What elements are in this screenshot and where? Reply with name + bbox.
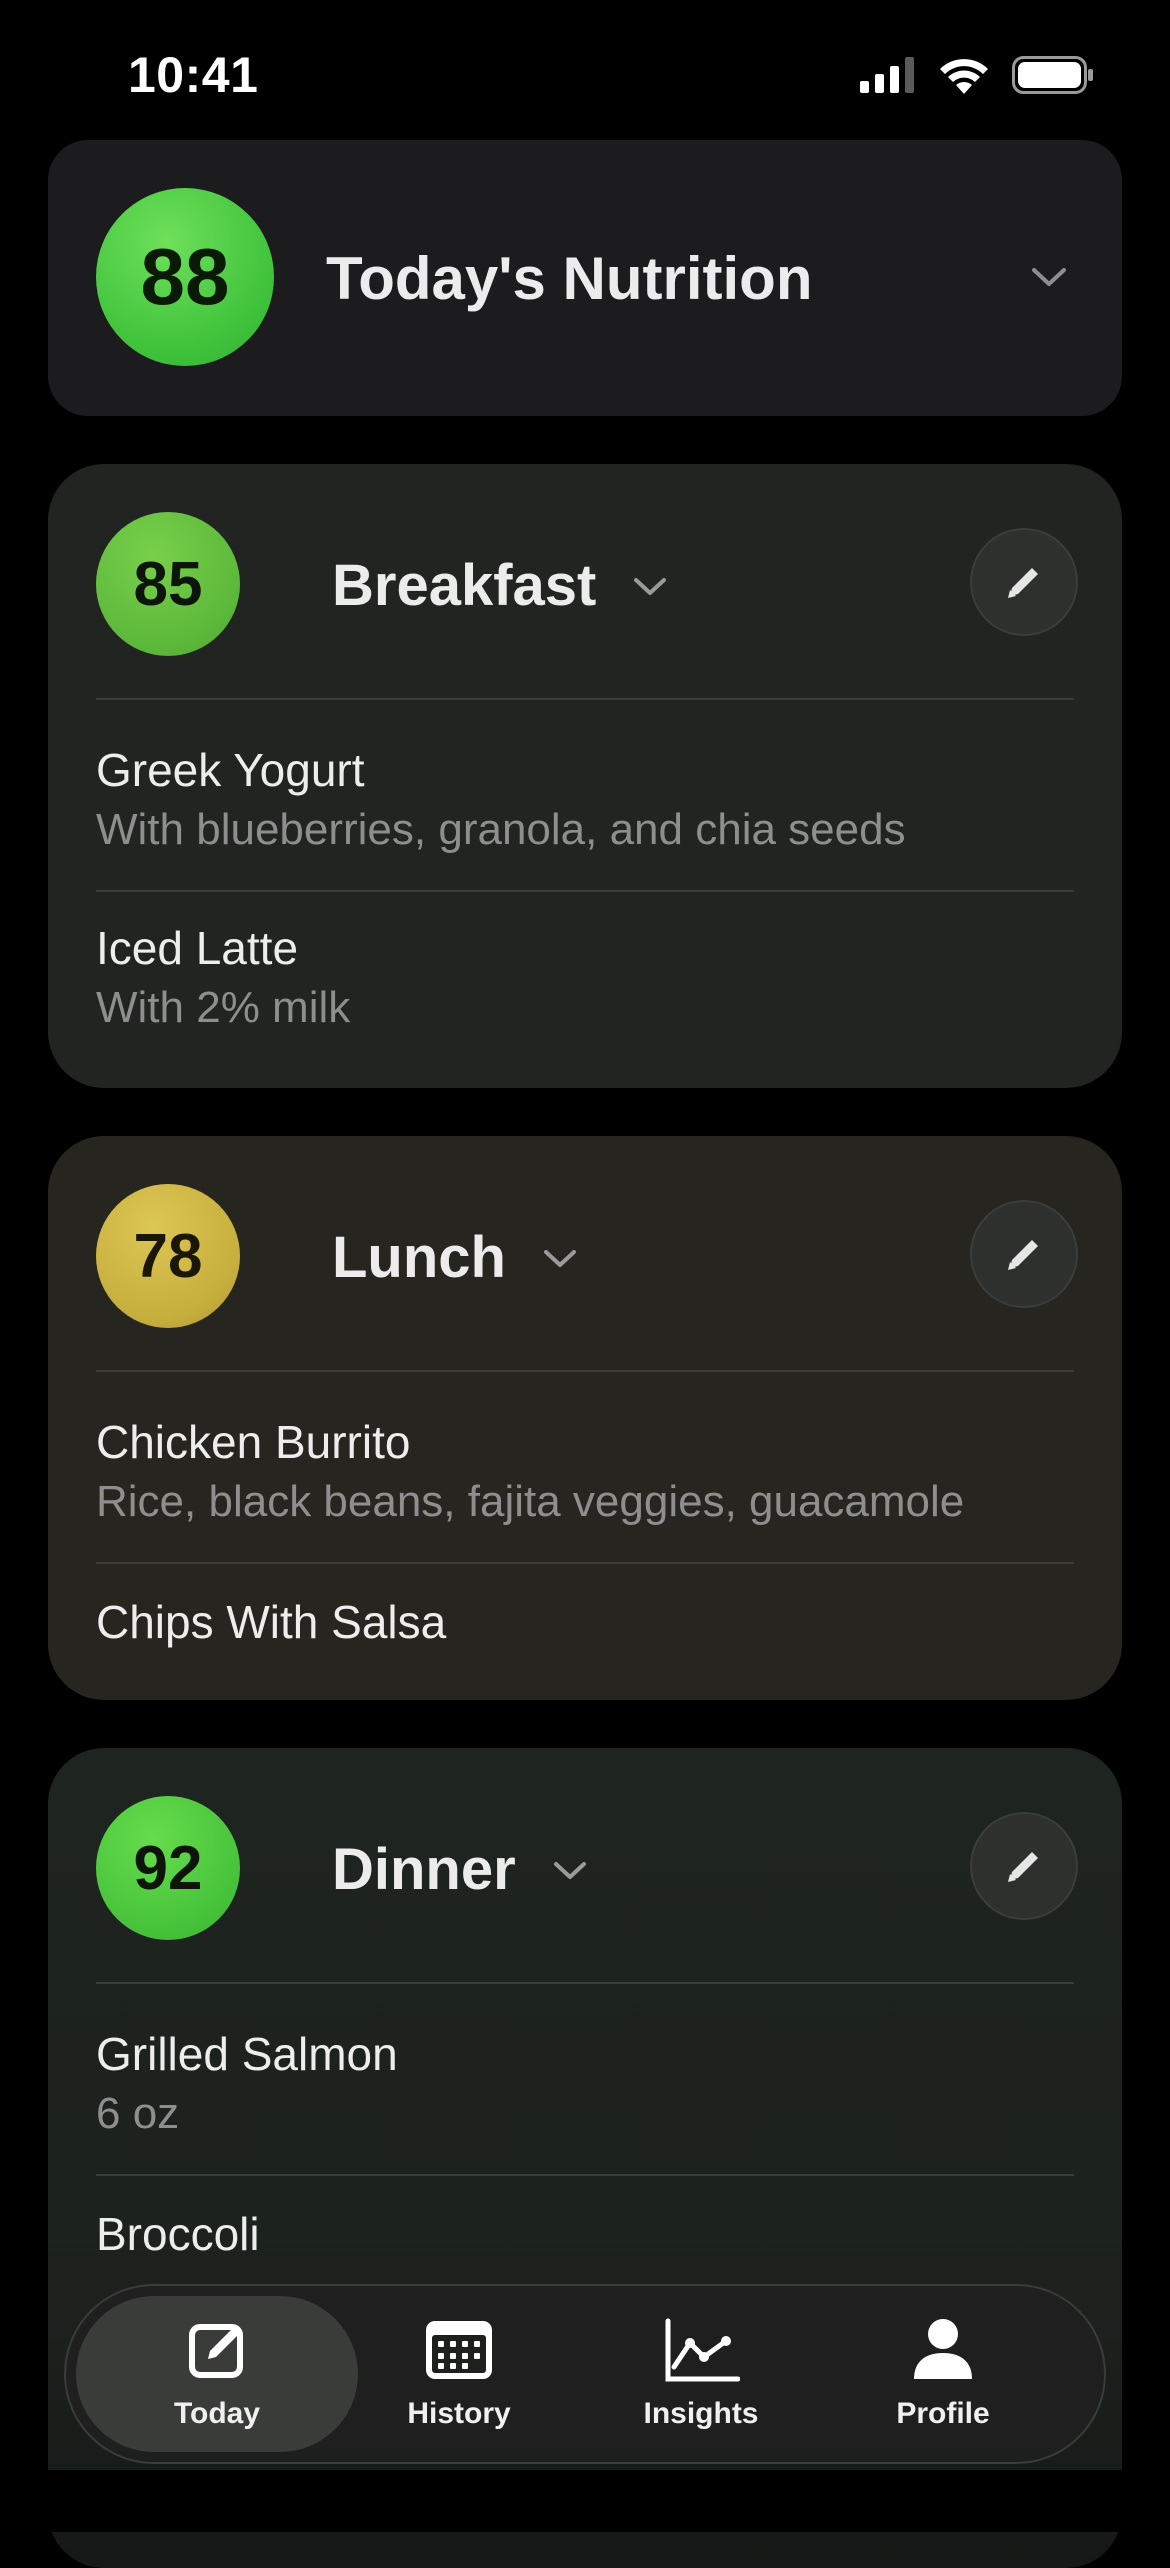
list-item[interactable]: Chicken Burrito Rice, black beans, fajit… <box>96 1412 1074 1532</box>
meal-card-lunch: 78 Lunch Chicken Burrito Rice, black bea… <box>48 1136 1122 1700</box>
edit-meal-button[interactable] <box>970 1812 1078 1920</box>
divider <box>96 2174 1074 2176</box>
divider <box>96 698 1074 700</box>
tab-history[interactable]: History <box>318 2296 600 2452</box>
line-chart-icon <box>665 2318 740 2382</box>
meal-score-badge: 85 <box>96 512 240 656</box>
wifi-icon <box>940 59 988 94</box>
food-description: 6 oz <box>96 2089 180 2138</box>
chevron-down-icon <box>553 1861 586 1879</box>
meal-title: Dinner <box>332 1837 516 1902</box>
divider <box>96 1562 1074 1564</box>
list-item[interactable]: Broccoli <box>96 2204 1074 2264</box>
food-description: With blueberries, granola, and chia seed… <box>96 805 906 854</box>
pencil-icon <box>1008 1240 1038 1270</box>
meal-score-badge: 78 <box>96 1184 240 1328</box>
list-item[interactable]: Chips With Salsa <box>96 1592 1074 1652</box>
todays-nutrition-card[interactable]: 88 Today's Nutrition <box>48 140 1122 416</box>
status-time: 10:41 <box>128 47 259 103</box>
pencil-icon <box>1008 568 1038 598</box>
edit-square-icon <box>189 2324 243 2378</box>
food-name: Broccoli <box>96 2208 260 2260</box>
list-item[interactable]: Iced Latte With 2% milk <box>96 918 1074 1038</box>
list-item[interactable]: Grilled Salmon 6 oz <box>96 2024 1074 2144</box>
divider <box>96 1982 1074 1984</box>
meal-header: 78 Lunch <box>96 1184 1078 1328</box>
edit-meal-button[interactable] <box>970 528 1078 636</box>
divider <box>96 1370 1074 1372</box>
status-icons <box>860 56 1094 94</box>
meal-card-breakfast: 85 Breakfast Greek Yogurt With blueberri… <box>48 464 1122 1088</box>
edit-meal-button[interactable] <box>970 1200 1078 1308</box>
food-name: Chicken Burrito <box>96 1416 411 1468</box>
status-bar: 10:41 <box>0 0 1170 140</box>
pencil-icon <box>1008 1852 1038 1882</box>
summary-title: Today's Nutrition <box>326 245 813 312</box>
food-name: Iced Latte <box>96 922 299 974</box>
tab-insights[interactable]: Insights <box>560 2296 842 2452</box>
meal-title-toggle[interactable]: Breakfast <box>332 552 670 619</box>
tab-today[interactable]: Today <box>76 2296 358 2452</box>
bottom-edge <box>0 2470 1170 2532</box>
meal-title: Lunch <box>332 1225 506 1290</box>
divider <box>96 890 1074 892</box>
chevron-down-icon <box>543 1249 576 1267</box>
person-icon <box>914 2319 972 2379</box>
battery-icon <box>1012 56 1093 94</box>
food-description: Rice, black beans, fajita veggies, guaca… <box>96 1477 965 1526</box>
meal-header: 92 Dinner <box>96 1796 1078 1940</box>
list-item[interactable]: Greek Yogurt With blueberries, granola, … <box>96 740 1074 860</box>
tab-label: Insights <box>643 2397 759 2430</box>
meal-title-toggle[interactable]: Lunch <box>332 1224 580 1291</box>
tab-label: Profile <box>896 2397 990 2430</box>
tab-profile[interactable]: Profile <box>802 2296 1084 2452</box>
food-name: Grilled Salmon <box>96 2028 398 2080</box>
meal-title-toggle[interactable]: Dinner <box>332 1836 590 1903</box>
cellular-signal-icon <box>860 57 914 93</box>
meal-score-badge: 92 <box>96 1796 240 1940</box>
meal-header: 85 Breakfast <box>96 512 1078 656</box>
chevron-down-icon[interactable] <box>1024 252 1074 302</box>
daily-score-badge: 88 <box>96 188 274 366</box>
tab-label: Today <box>173 2397 261 2430</box>
tab-bar: Today History Insights Profile <box>64 2284 1106 2464</box>
food-name: Chips With Salsa <box>96 1596 447 1648</box>
chevron-down-icon <box>634 577 667 595</box>
calendar-icon <box>426 2321 492 2379</box>
food-description: With 2% milk <box>96 983 351 1032</box>
meal-title: Breakfast <box>332 553 597 618</box>
tab-label: History <box>407 2397 511 2430</box>
food-name: Greek Yogurt <box>96 744 365 796</box>
